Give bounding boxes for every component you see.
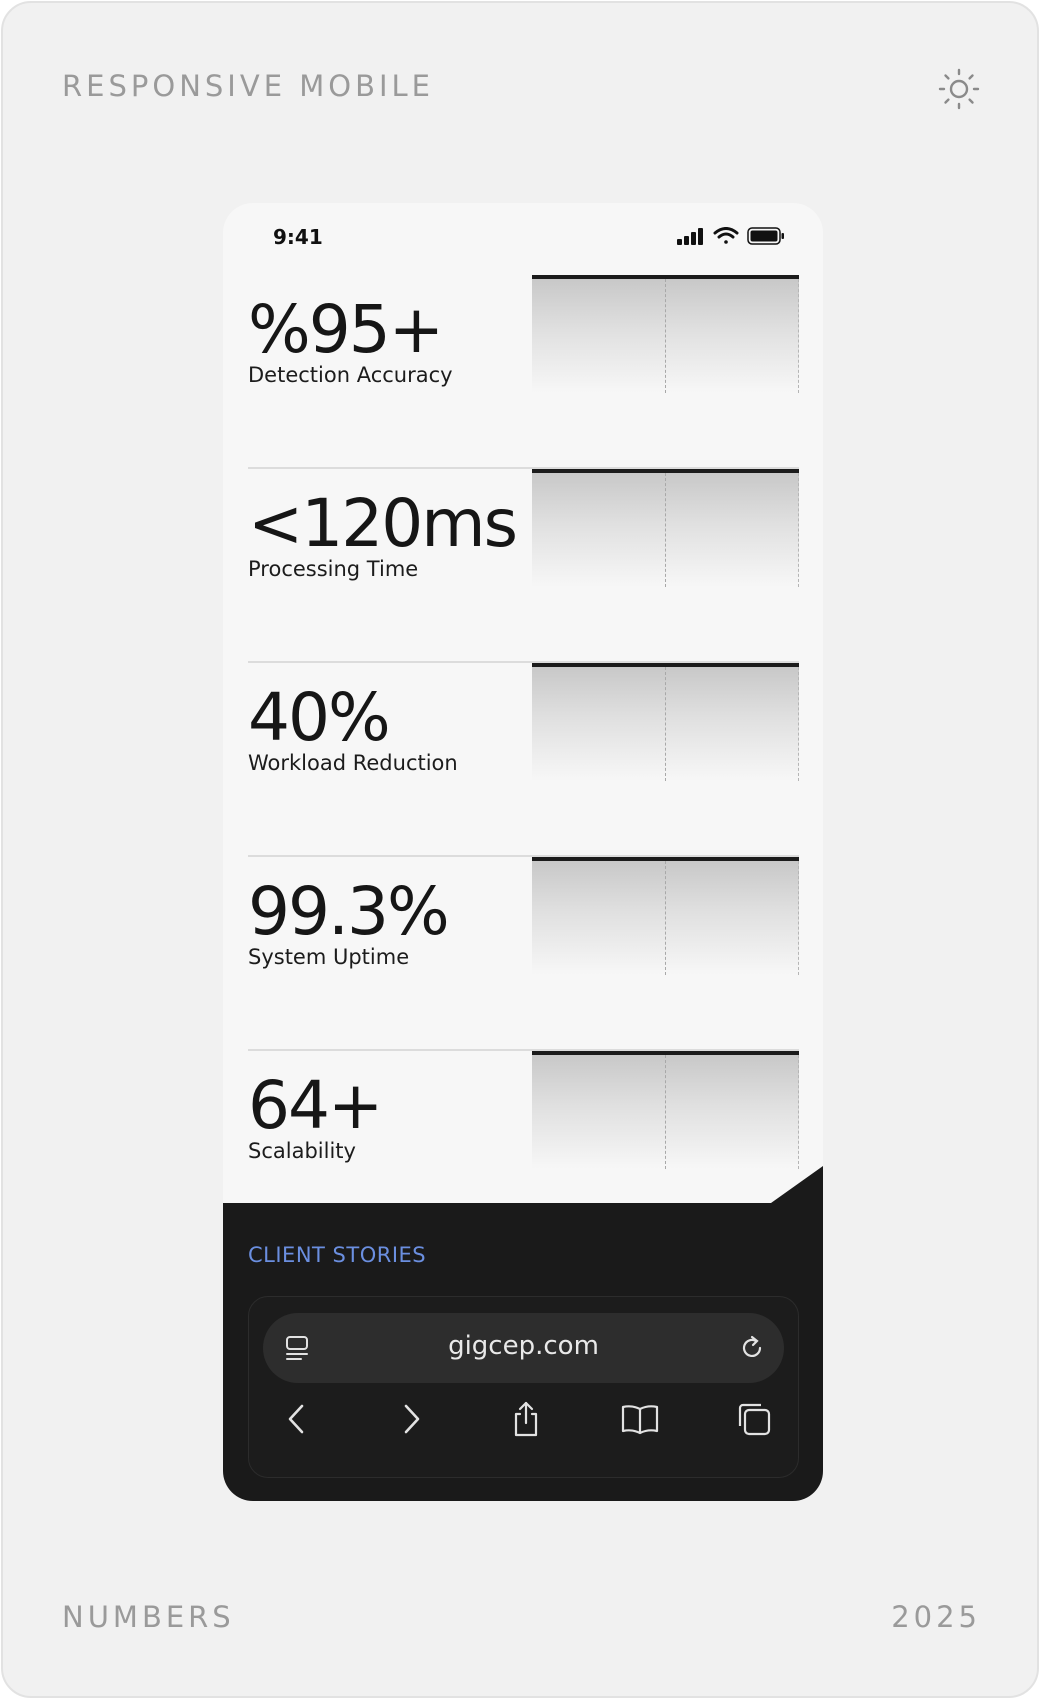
client-stories-section: CLIENT STORIES gigcep.com <box>223 1166 823 1501</box>
stat-chart-graphic <box>532 1051 799 1169</box>
sun-icon[interactable] <box>937 67 981 111</box>
bookmarks-icon <box>621 1405 658 1435</box>
tabs-icon <box>738 1403 771 1436</box>
stat-item: 99.3% System Uptime <box>248 857 799 1051</box>
section-notch <box>771 1166 823 1203</box>
signal-icon <box>677 228 703 245</box>
stat-label: Detection Accuracy <box>248 363 453 387</box>
stat-chart-graphic <box>532 663 799 781</box>
stats-list: %95+ Detection Accuracy <120ms Processin… <box>248 275 799 1245</box>
stat-item: %95+ Detection Accuracy <box>248 275 799 469</box>
url-text: gigcep.com <box>448 1331 599 1361</box>
back-button[interactable] <box>275 1397 319 1441</box>
stat-item: 40% Workload Reduction <box>248 663 799 857</box>
stat-value: %95+ <box>248 291 444 368</box>
showcase-card: RESPONSIVE MOBILE 9:41 %95+ Detection Ac… <box>1 1 1039 1698</box>
footer-section-label: NUMBERS <box>62 1600 235 1634</box>
card-title: RESPONSIVE MOBILE <box>62 69 435 103</box>
share-icon <box>514 1401 537 1437</box>
battery-icon <box>747 227 784 245</box>
stat-chart-graphic <box>532 275 799 393</box>
share-button[interactable] <box>504 1397 548 1441</box>
stat-label: Scalability <box>248 1139 356 1163</box>
back-icon <box>288 1404 304 1434</box>
stat-item: <120ms Processing Time <box>248 469 799 663</box>
stat-value: 40% <box>248 679 391 756</box>
forward-icon <box>404 1404 420 1434</box>
stat-label: Processing Time <box>248 557 419 581</box>
browser-nav-row <box>265 1397 786 1441</box>
stat-value: <120ms <box>248 485 518 562</box>
address-bar[interactable]: gigcep.com <box>263 1313 784 1383</box>
bookmarks-button[interactable] <box>618 1397 662 1441</box>
client-stories-link[interactable]: CLIENT STORIES <box>248 1243 426 1267</box>
stat-label: Workload Reduction <box>248 751 458 775</box>
tabs-button[interactable] <box>732 1397 776 1441</box>
status-icons <box>677 227 785 245</box>
phone-mockup: 9:41 %95+ Detection Accuracy <120ms Proc… <box>223 203 823 1501</box>
stat-chart-graphic <box>532 857 799 975</box>
stat-value: 99.3% <box>248 873 450 950</box>
reload-icon[interactable] <box>738 1334 766 1362</box>
wifi-icon <box>713 227 739 244</box>
stat-label: System Uptime <box>248 945 410 969</box>
stat-value: 64+ <box>248 1067 383 1144</box>
stat-chart-graphic <box>532 469 799 587</box>
browser-toolbar: gigcep.com <box>248 1296 799 1478</box>
status-time: 9:41 <box>273 225 323 249</box>
forward-button[interactable] <box>389 1397 433 1441</box>
footer-year: 2025 <box>891 1600 981 1634</box>
